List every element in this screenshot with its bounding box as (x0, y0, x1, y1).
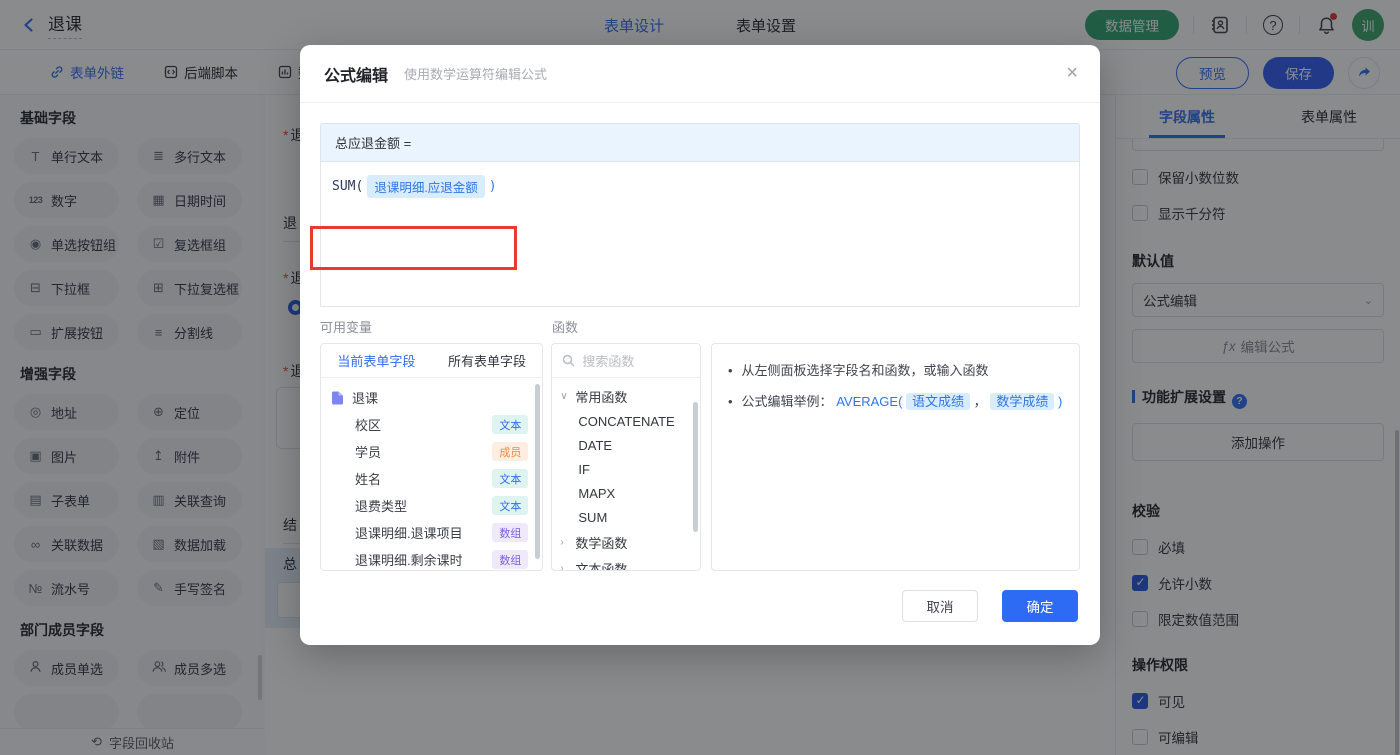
formula-expression: SUM( 退课明细.应退金额 ) (332, 175, 1068, 198)
search-placeholder: 搜索函数 (582, 354, 635, 369)
functions-panel: 搜索函数 ∨ 常用函数 CONCATENATE DATE IF MAPX SUM … (551, 343, 701, 571)
type-badge: 数组 (492, 550, 529, 569)
formula-editor-modal: 公式编辑 使用数学运算符编辑公式 × 总应退金额 = SUM( 退课明细.应退金… (300, 45, 1100, 645)
group-math-functions[interactable]: › 数学函数 (552, 529, 700, 555)
formula-target: 总应退金额 = (320, 123, 1080, 161)
form-doc-icon (332, 391, 343, 404)
tab-current-form-fields[interactable]: 当前表单字段 (337, 351, 415, 370)
type-badge: 文本 (492, 496, 529, 515)
example-field-chip: 语文成绩 (906, 393, 971, 410)
type-badge: 数组 (492, 523, 529, 542)
cancel-button[interactable]: 取消 (902, 590, 978, 622)
variables-tabs: 当前表单字段 所有表单字段 (321, 344, 543, 378)
variables-panel: 当前表单字段 所有表单字段 退课 校区 文本 学员 成员 姓名 文本 退费类型 文本 退… (320, 343, 544, 571)
panel-labels: 可用变量 函数 (320, 317, 1080, 335)
formula-editor[interactable]: SUM( 退课明细.应退金额 ) (320, 161, 1080, 307)
formula-func: SUM( (332, 179, 364, 194)
tip-line-2: • 公式编辑举例： AVERAGE( 语文成绩 ， 数学成绩 ) (727, 393, 1063, 410)
variables-tree: 退课 校区 文本 学员 成员 姓名 文本 退费类型 文本 退课明细.退课项目 数组 退课明… (321, 378, 542, 570)
variables-scrollbar[interactable] (535, 384, 541, 559)
group-text-functions[interactable]: › 文本函数 (552, 555, 700, 571)
type-badge: 成员 (492, 442, 529, 461)
formula-close-paren: ) (488, 179, 497, 194)
variables-label: 可用变量 (320, 320, 373, 335)
modal-subtitle: 使用数学运算符编辑公式 (404, 67, 548, 82)
func-mapx[interactable]: MAPX (552, 481, 700, 505)
chevron-right-icon: › (560, 562, 564, 571)
modal-header: 公式编辑 使用数学运算符编辑公式 × (300, 45, 1100, 103)
functions-label: 函数 (552, 320, 579, 335)
field-token[interactable]: 退课明细.应退金额 (367, 175, 485, 198)
var-row[interactable]: 学员 成员 (321, 438, 542, 465)
example-field-chip: 数学成绩 (990, 393, 1055, 410)
example-func: AVERAGE( (836, 394, 903, 409)
close-icon[interactable]: × (1066, 63, 1078, 83)
var-row[interactable]: 退课明细.退课项目 数组 (321, 519, 542, 546)
type-badge: 文本 (492, 415, 529, 434)
var-row[interactable]: 退课明细.剩余课时 数组 (321, 546, 542, 570)
functions-scrollbar[interactable] (692, 402, 698, 532)
var-row[interactable]: 退费类型 文本 (321, 492, 542, 519)
var-row[interactable]: 姓名 文本 (321, 465, 542, 492)
func-concatenate[interactable]: CONCATENATE (552, 409, 700, 433)
group-common-functions[interactable]: ∨ 常用函数 (552, 383, 700, 409)
type-badge: 文本 (492, 469, 529, 488)
tip-line-1: • 从左侧面板选择字段名和函数，或输入函数 (727, 363, 989, 378)
screen: 退课 表单设计 表单设置 数据管理 ? 训 表单外链 (0, 0, 1400, 755)
modal-body: 总应退金额 = SUM( 退课明细.应退金额 ) 可用变量 函数 当前表单字段 (300, 103, 1100, 622)
func-sum[interactable]: SUM (552, 505, 700, 529)
chevron-down-icon: ∨ (560, 390, 568, 402)
tree-root[interactable]: 退课 (321, 384, 542, 411)
search-icon (563, 354, 575, 367)
modal-title: 公式编辑 (324, 67, 389, 85)
confirm-button[interactable]: 确定 (1002, 590, 1078, 622)
panels-row: 当前表单字段 所有表单字段 退课 校区 文本 学员 成员 姓名 文本 退费类型 文本 退… (320, 343, 1080, 571)
func-if[interactable]: IF (552, 457, 700, 481)
tips-panel: • 从左侧面板选择字段名和函数，或输入函数 • 公式编辑举例： AVERAGE( … (710, 343, 1080, 571)
tab-all-form-fields[interactable]: 所有表单字段 (448, 351, 526, 370)
chevron-right-icon: › (560, 536, 564, 548)
modal-footer: 取消 确定 (320, 590, 1080, 622)
func-date[interactable]: DATE (552, 433, 700, 457)
function-search[interactable]: 搜索函数 (552, 344, 700, 378)
var-row[interactable]: 校区 文本 (321, 411, 542, 438)
